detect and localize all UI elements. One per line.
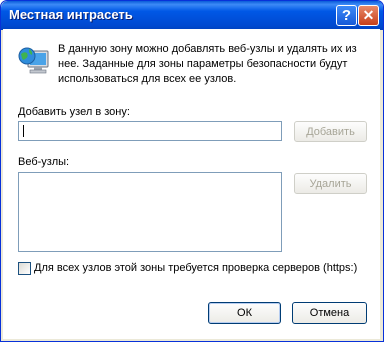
close-button[interactable]: ✕ xyxy=(358,5,379,26)
zone-description: В данную зону можно добавлять веб-узлы и… xyxy=(58,43,357,85)
help-button[interactable]: ? xyxy=(336,5,357,26)
add-button[interactable]: Добавить xyxy=(294,121,367,142)
ok-button[interactable]: ОК xyxy=(208,302,281,324)
sites-listbox[interactable] xyxy=(18,172,282,252)
window-title: Местная интрасеть xyxy=(9,7,133,22)
add-site-label: Добавить узел в зону: xyxy=(18,106,130,118)
https-checkbox[interactable] xyxy=(18,262,31,275)
text-caret xyxy=(23,125,24,137)
globe-computer-icon xyxy=(16,43,52,79)
https-checkbox-label[interactable]: Для всех узлов этой зоны требуется прове… xyxy=(34,262,357,274)
sites-label: Веб-узлы: xyxy=(18,156,70,168)
cancel-button[interactable]: Отмена xyxy=(292,302,367,324)
title-bar[interactable]: Местная интрасеть ? ✕ xyxy=(1,1,383,30)
remove-button[interactable]: Удалить xyxy=(294,173,367,194)
add-site-input[interactable] xyxy=(18,121,282,141)
